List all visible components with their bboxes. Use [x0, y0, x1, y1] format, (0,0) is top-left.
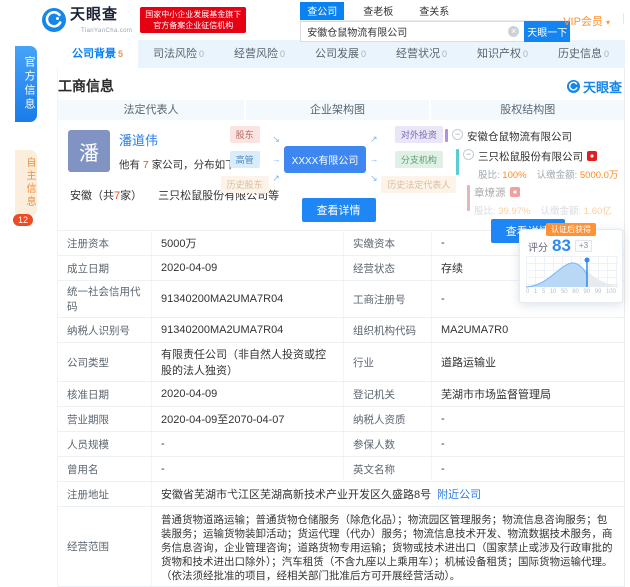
arrow-right-icon: → [272, 154, 281, 164]
company-logo-icon [587, 151, 597, 161]
equity-node-row: 章燎源 股比: 39.97%认缴金额: 1.60亿 [467, 185, 618, 217]
watermark-swirl-icon [567, 80, 580, 93]
arrow-right-icon: → [369, 154, 378, 164]
caret-down-icon: ▾ [606, 18, 610, 27]
table-row: 营业期限2020-04-09至2070-04-07 纳税人资质- [58, 407, 624, 432]
org-center-company[interactable]: XXXX有限公司 [284, 146, 367, 173]
equity-node-name[interactable]: 章燎源 [474, 187, 506, 199]
tab-history-info[interactable]: 历史信息0 [543, 40, 624, 68]
equity-header: 股权结构图 [431, 100, 624, 120]
search-tab-boss[interactable]: 查老板 [356, 2, 400, 20]
tab-operating-risk[interactable]: 经营风险0 [219, 40, 300, 68]
header-divider: | [622, 12, 625, 24]
nearby-companies-link[interactable]: 附近公司 [437, 489, 481, 501]
tree-bar [445, 129, 448, 142]
equity-root-row: − 安徽仓鼠物流有限公司 [445, 129, 618, 144]
side-tab-self-info[interactable]: 自主信息 [15, 150, 37, 216]
score-distribution-chart [526, 256, 618, 288]
search-tab-relation[interactable]: 查关系 [412, 2, 456, 20]
equity-panel: 股权结构图 − 安徽仓鼠物流有限公司 − 三只松鼠股份有限公司 股比: 100%… [431, 100, 624, 230]
company-nav-tabs: 公司背景5 司法风险0 经营风险0 公司发展0 经营状况0 知识产权0 历史信息… [57, 40, 625, 68]
company-logo-icon [510, 187, 520, 197]
vip-member-link[interactable]: VIP会员 ▾ [563, 13, 610, 29]
org-chart-detail-button[interactable]: 查看详情 [302, 198, 376, 222]
self-info-count-badge: 12 [13, 214, 33, 226]
table-row: 纳税人识别号91340200MA2UMA7R04 组织机构代码MA2UMA7R0 [58, 318, 624, 343]
table-row: 公司类型有限责任公司（非自然人投资或控股的法人独资） 行业道路运输业 [58, 343, 624, 382]
table-row-business-scope: 经营范围 普通货物道路运输；普通货物仓储服务（除危化品）；物流园区管理服务；物流… [58, 507, 624, 587]
search-tab-company[interactable]: 查公司 [300, 2, 344, 20]
tab-operating-status[interactable]: 经营状况0 [381, 40, 462, 68]
logo-swirl-icon [42, 8, 66, 32]
side-tab-official-info[interactable]: 官方信息 [15, 46, 37, 122]
legal-rep-region: 安徽（共7家） [70, 187, 142, 203]
score-badge: 认证后获得 [546, 223, 596, 236]
collapse-icon[interactable]: − [463, 149, 474, 160]
arrow-up-icon: ↗ [369, 134, 378, 145]
business-info-section: 工商信息 天眼查 法定代表人 潘 潘道伟 他有 7 家公司，分布如下 [57, 68, 625, 587]
score-tooltip: 认证后获得 评分 83 +3 0151050809099100 [519, 229, 623, 303]
tab-judicial-risk[interactable]: 司法风险0 [138, 40, 219, 68]
equity-root-name[interactable]: 安徽仓鼠物流有限公司 [467, 129, 572, 144]
score-value: 83 [552, 238, 571, 254]
avatar[interactable]: 潘 [68, 130, 110, 172]
tree-bar [456, 149, 459, 175]
arrow-down-icon: ↘ [272, 134, 281, 145]
org-chart-header: 企业架构图 [246, 100, 431, 120]
tag-executive[interactable]: 高管 [230, 151, 260, 168]
collapse-icon[interactable]: − [452, 129, 463, 140]
gov-certification-badge: 国家中小企业发展基金旗下 官方备案企业征信机构 [140, 7, 246, 33]
section-title: 工商信息 [58, 76, 114, 96]
org-chart-panel: 企业架构图 股东 高管 历史股东 ↘ → ↗ XXXX有限公司 ↗ [246, 100, 431, 230]
equity-node-row: − 三只松鼠股份有限公司 股比: 100%认缴金额: 5000.0万 [456, 149, 618, 181]
tab-company-development[interactable]: 公司发展0 [300, 40, 381, 68]
chart-x-axis: 0151050809099100 [520, 288, 622, 296]
legal-rep-name[interactable]: 潘道伟 [119, 130, 236, 149]
clear-icon[interactable]: × [508, 26, 519, 37]
table-row-address: 注册地址 安徽省芜湖市弋江区芜湖高新技术产业开发区久盛路8号附近公司 [58, 482, 624, 507]
score-delta: +3 [575, 240, 592, 252]
arrow-up-icon: ↗ [272, 173, 281, 184]
logo-text: 天眼查 [70, 7, 132, 23]
legal-rep-desc: 他有 7 家公司，分布如下 [119, 157, 236, 172]
search-area: 查公司 查老板 查关系 × 天眼一下 [300, 0, 570, 42]
top-header: 天眼查 TianYanCha.com 国家中小企业发展基金旗下 官方备案企业征信… [0, 0, 630, 40]
equity-node-name[interactable]: 三只松鼠股份有限公司 [478, 151, 583, 163]
tag-history-shareholder[interactable]: 历史股东 [221, 176, 269, 193]
watermark-logo: 天眼查 [567, 77, 622, 96]
score-label: 评分 [528, 239, 548, 254]
tab-intellectual-property[interactable]: 知识产权0 [462, 40, 543, 68]
arrow-down-icon: ↘ [369, 173, 378, 184]
tianyancha-logo[interactable]: 天眼查 TianYanCha.com [42, 7, 132, 34]
table-row: 人员规模- 参保人数- [58, 432, 624, 457]
tab-company-background[interactable]: 公司背景5 [57, 40, 138, 68]
tree-bar [467, 185, 470, 211]
table-row: 曾用名- 英文名称- [58, 457, 624, 482]
tag-shareholder[interactable]: 股东 [230, 126, 260, 143]
legal-rep-header: 法定代表人 [58, 100, 246, 120]
table-row: 核准日期2020-04-09 登记机关芜湖市市场监督管理局 [58, 382, 624, 407]
search-input[interactable] [300, 21, 524, 42]
legal-rep-panel: 法定代表人 潘 潘道伟 他有 7 家公司，分布如下 安徽（共7家） 三只松鼠股份… [58, 100, 246, 230]
logo-subtext: TianYanCha.com [81, 28, 132, 34]
